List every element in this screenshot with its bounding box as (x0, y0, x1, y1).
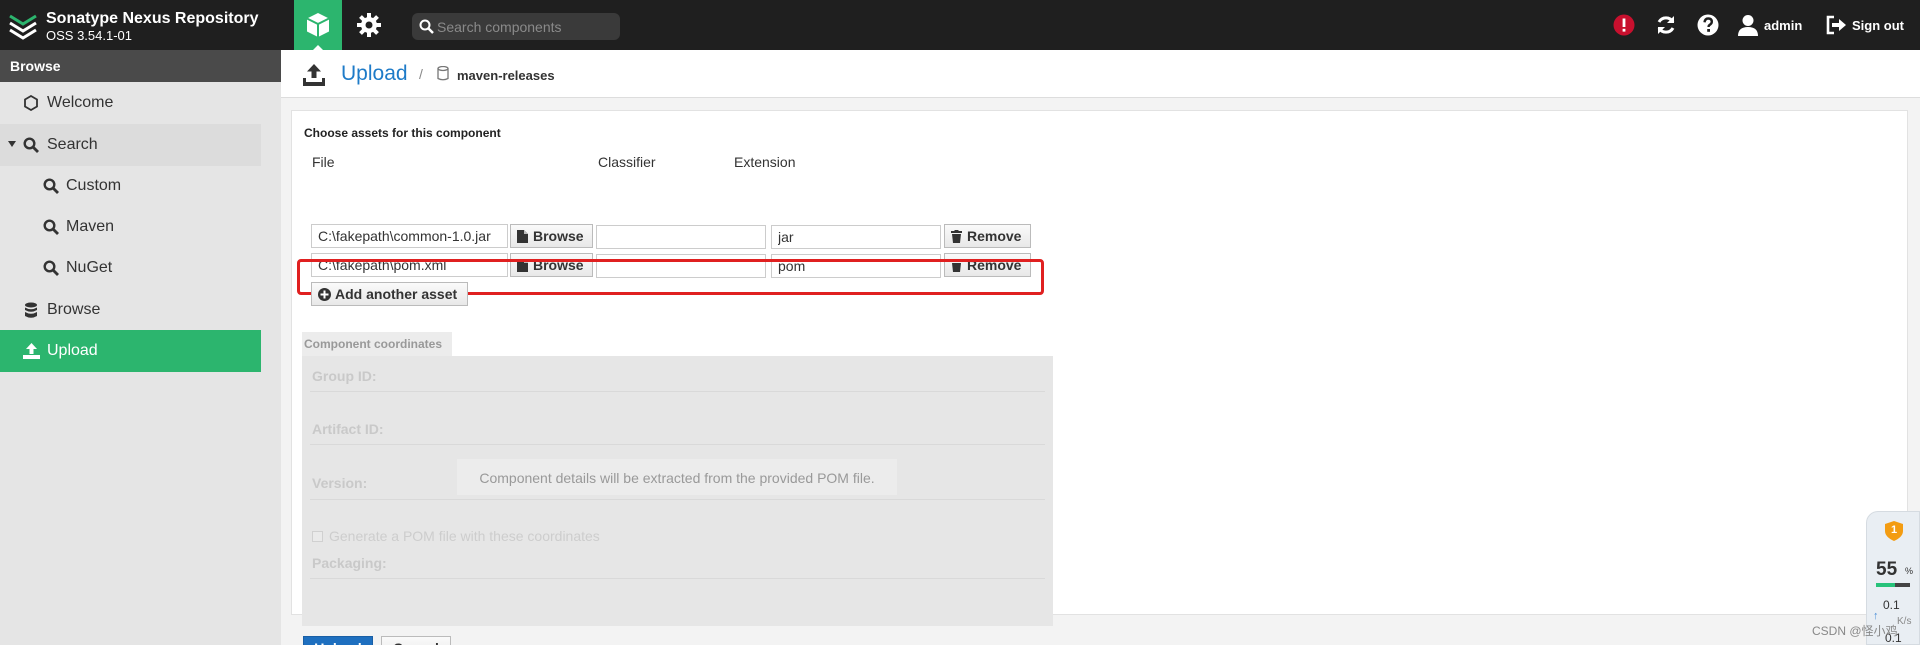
checkbox-box (312, 531, 323, 542)
file-column-header: File (312, 154, 335, 170)
search-icon (23, 137, 39, 153)
sidebar-item-label: Browse (47, 301, 101, 318)
sidebar-item-label: NuGet (66, 259, 113, 276)
usage-bar (1876, 583, 1910, 587)
pom-extraction-message: Component details will be extracted from… (457, 459, 897, 495)
search-icon (43, 178, 59, 194)
sidebar-item-maven[interactable]: Maven (0, 206, 261, 248)
speed-unit: K/s (1897, 616, 1912, 627)
group-id-field (310, 391, 1045, 392)
upload-form-panel: Choose assets for this component File Cl… (291, 110, 1908, 645)
sidebar-item-welcome[interactable]: Welcome (0, 82, 261, 124)
generate-pom-label: Generate a POM file with these coordinat… (329, 528, 600, 544)
group-id-label: Group ID: (312, 368, 377, 384)
component-coordinates-section: Group ID: Artifact ID: Version: Generate… (302, 356, 1053, 626)
sign-out-icon[interactable] (1825, 14, 1847, 36)
alert-count: 1 (1891, 524, 1898, 536)
page-title-bar: Upload / maven-releases (281, 50, 1920, 98)
sidebar-item-nuget[interactable]: NuGet (0, 247, 261, 289)
generate-pom-checkbox: Generate a POM file with these coordinat… (312, 528, 600, 544)
percent-sign: % (1905, 566, 1914, 576)
search-box[interactable] (412, 13, 620, 40)
browse-mode-button[interactable] (294, 0, 342, 50)
cube-icon (306, 13, 330, 37)
hexagon-icon (24, 95, 38, 111)
help-icon[interactable] (1697, 14, 1719, 36)
upload-button[interactable]: Upload (303, 636, 373, 645)
file-icon (517, 230, 528, 243)
page-title: Upload (341, 62, 408, 85)
nexus-logo-icon (9, 14, 37, 40)
sidebar-item-search[interactable]: Search (0, 124, 261, 166)
cancel-button[interactable]: Cancel (381, 636, 451, 645)
browse-button[interactable]: Browse (510, 224, 593, 248)
sidebar-item-label: Search (47, 136, 98, 153)
assets-section-title: Choose assets for this component (304, 126, 501, 140)
arrow-up-icon: ↑ (1873, 610, 1879, 622)
sidebar-item-custom[interactable]: Custom (0, 165, 261, 207)
sidebar-item-browse[interactable]: Browse (0, 289, 261, 331)
usage-percent: 55 (1876, 559, 1898, 580)
sidebar-heading: Browse (0, 50, 281, 82)
component-coordinates-tab: Component coordinates (302, 332, 452, 356)
search-icon (43, 219, 59, 235)
file-path-field[interactable]: C:\fakepath\common-1.0.jar (311, 224, 508, 248)
top-header: Sonatype Nexus Repository OSS 3.54.1-01 (0, 0, 1920, 50)
sidebar-item-label: Maven (66, 218, 115, 235)
artifact-id-field (310, 444, 1045, 445)
usage-bar-fill (1876, 583, 1895, 587)
alert-icon[interactable] (1613, 14, 1635, 36)
packaging-label: Packaging: (312, 555, 387, 571)
app-title: Sonatype Nexus Repository (46, 10, 259, 27)
sidebar: Browse Welcome Search Custom Maven NuGet… (0, 50, 281, 645)
extension-column-header: Extension (734, 154, 796, 170)
breadcrumb-repository: maven-releases (457, 68, 555, 83)
watermark: CSDN @怪小鸡 (1812, 624, 1898, 638)
upload-icon (23, 343, 40, 359)
main-content: Upload / maven-releases Choose assets fo… (281, 50, 1920, 645)
version-label: Version: (312, 475, 368, 491)
artifact-id-label: Artifact ID: (312, 421, 384, 437)
upload-speed: 0.1 (1883, 598, 1900, 612)
database-icon (25, 302, 37, 318)
search-input[interactable] (437, 17, 612, 36)
sidebar-item-label: Custom (66, 177, 122, 194)
trash-icon (951, 230, 962, 243)
sidebar-item-upload[interactable]: Upload (0, 330, 261, 372)
sidebar-item-label: Welcome (47, 94, 114, 111)
remove-button[interactable]: Remove (944, 224, 1031, 248)
database-icon (437, 66, 449, 81)
app-version: OSS 3.54.1-01 (46, 28, 132, 43)
breadcrumb-separator: / (419, 66, 423, 82)
triangle-down-icon (8, 141, 16, 147)
search-icon (43, 260, 59, 276)
refresh-icon[interactable] (1655, 14, 1677, 36)
classifier-column-header: Classifier (598, 154, 656, 170)
packaging-field (310, 578, 1045, 579)
upload-icon (303, 64, 325, 86)
version-field (310, 499, 1045, 500)
add-asset-button[interactable]: Add another asset (311, 282, 468, 306)
extension-input[interactable] (771, 225, 941, 249)
gear-icon[interactable] (356, 12, 382, 38)
user-icon[interactable] (1737, 14, 1759, 36)
plus-circle-icon (318, 288, 331, 301)
sidebar-item-label: Upload (47, 342, 98, 359)
classifier-input[interactable] (596, 225, 766, 249)
search-icon (419, 19, 434, 34)
sign-out-link[interactable]: Sign out (1852, 18, 1904, 33)
user-name[interactable]: admin (1764, 18, 1802, 33)
